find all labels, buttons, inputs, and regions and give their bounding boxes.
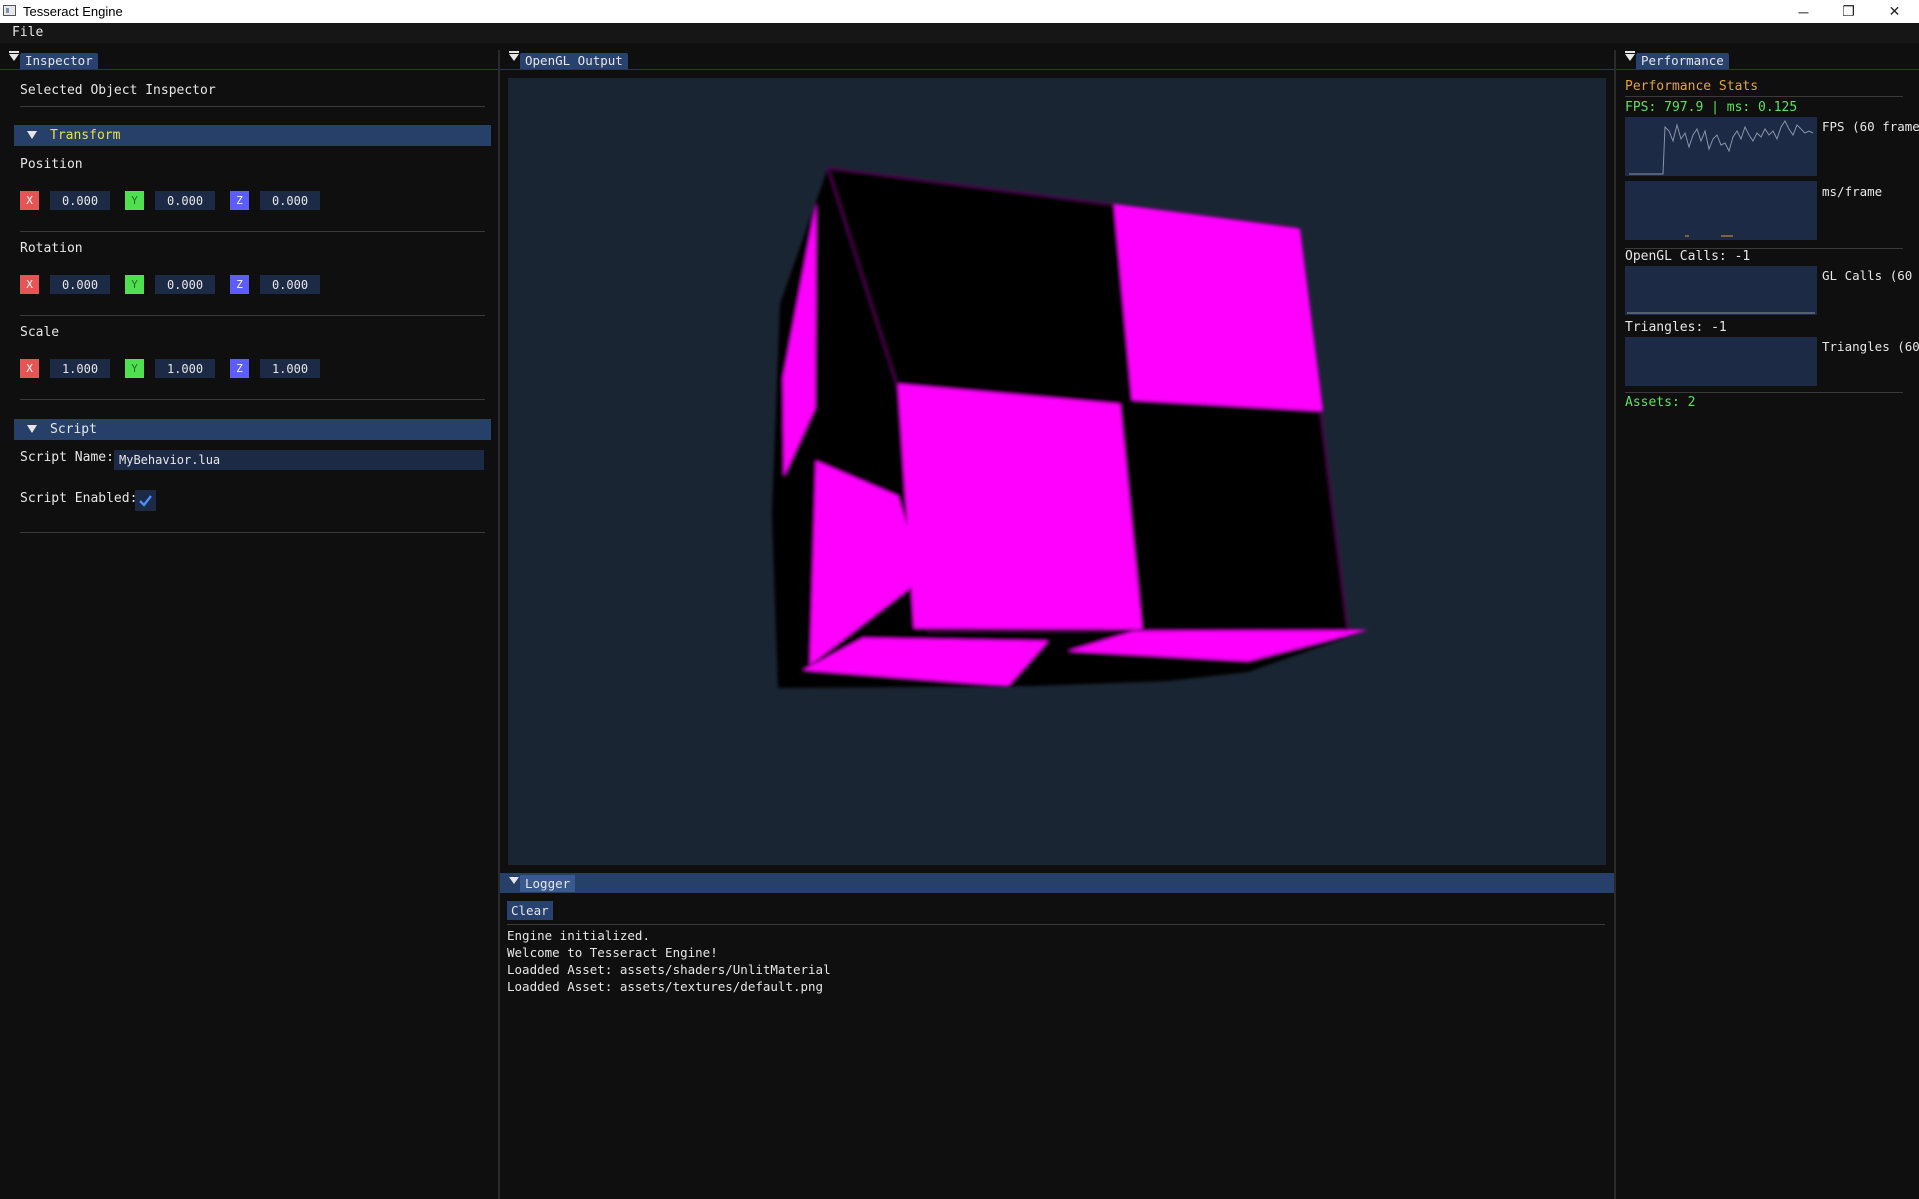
cube-front-face-tile	[1114, 204, 1323, 411]
collapse-icon[interactable]	[509, 51, 519, 61]
expand-arrow-icon	[27, 425, 37, 433]
divider	[20, 231, 485, 232]
log-line: Engine initialized.	[507, 928, 650, 943]
axis-x-chip: X	[20, 275, 39, 294]
gl-calls-graph	[1625, 266, 1817, 315]
app-icon	[3, 5, 16, 16]
ms-frame-graph	[1625, 181, 1817, 240]
log-line: Loadded Asset: assets/textures/default.p…	[507, 979, 824, 994]
axis-y-chip: Y	[125, 359, 144, 378]
divider	[507, 924, 1605, 925]
divider	[20, 315, 485, 316]
performance-panel-header: Performance	[1616, 50, 1919, 70]
ms-frame-graph-label: ms/frame	[1822, 184, 1883, 199]
cube-render	[772, 167, 1368, 688]
script-header-label: Script	[50, 422, 97, 437]
divider	[20, 399, 485, 400]
window-title-bar: Tesseract Engine ─ ❐ ✕	[0, 0, 1919, 23]
gl-calls-graph-label: GL Calls (60	[1822, 268, 1913, 283]
opengl-panel-header: OpenGL Output	[500, 50, 1614, 70]
expand-arrow-icon	[27, 131, 37, 139]
tab-logger[interactable]: Logger	[520, 875, 576, 892]
checkmark-icon	[139, 495, 152, 507]
divider	[1625, 96, 1903, 97]
scale-z-field[interactable]: 1.000	[260, 359, 320, 378]
collapse-icon[interactable]	[509, 877, 519, 884]
scale-y-field[interactable]: 1.000	[155, 359, 215, 378]
gl-calls-graph-line	[1627, 312, 1815, 314]
axis-x-chip: X	[20, 359, 39, 378]
transform-header-label: Transform	[50, 128, 121, 143]
script-enabled-label: Script Enabled:	[20, 491, 138, 506]
inspector-heading: Selected Object Inspector	[20, 83, 216, 98]
maximize-button[interactable]: ❐	[1826, 0, 1871, 23]
log-line: Welcome to Tesseract Engine!	[507, 945, 718, 960]
fps-graph-label: FPS (60 frames)	[1822, 119, 1919, 134]
axis-z-chip: Z	[230, 275, 249, 294]
scale-x-field[interactable]: 1.000	[50, 359, 110, 378]
tab-inspector[interactable]: Inspector	[20, 53, 98, 69]
clear-log-button[interactable]: Clear	[507, 901, 553, 920]
close-button[interactable]: ✕	[1872, 0, 1917, 23]
position-z-field[interactable]: 0.000	[260, 191, 320, 210]
script-name-input[interactable]: MyBehavior.lua	[114, 450, 484, 470]
assets-count: Assets: 2	[1625, 395, 1696, 410]
axis-x-chip: X	[20, 191, 39, 210]
axis-z-chip: Z	[230, 191, 249, 210]
inspector-panel-header: Inspector	[0, 50, 498, 70]
triangles-graph-label: Triangles (60	[1822, 339, 1919, 354]
axis-y-chip: Y	[125, 191, 144, 210]
divider	[20, 106, 485, 107]
logger-panel-header: Logger	[500, 873, 1614, 893]
collapse-icon[interactable]	[1625, 51, 1635, 61]
inspector-panel: Inspector	[0, 50, 498, 1199]
tab-performance[interactable]: Performance	[1636, 53, 1729, 69]
script-enabled-checkbox[interactable]	[135, 490, 156, 511]
position-label: Position	[20, 157, 83, 172]
tab-opengl-output[interactable]: OpenGL Output	[520, 53, 628, 69]
position-y-field[interactable]: 0.000	[155, 191, 215, 210]
axis-z-chip: Z	[230, 359, 249, 378]
fps-readout: FPS: 797.9 | ms: 0.125	[1625, 100, 1798, 115]
rotation-label: Rotation	[20, 241, 83, 256]
fps-graph-line	[1629, 120, 1814, 175]
minimize-button[interactable]: ─	[1781, 0, 1826, 23]
menu-bar: File	[0, 23, 1919, 43]
performance-title: Performance Stats	[1625, 79, 1759, 94]
opengl-viewport[interactable]	[508, 78, 1606, 865]
divider	[1625, 392, 1903, 393]
triangles-readout: Triangles: -1	[1625, 320, 1727, 335]
transform-section-header[interactable]: Transform	[14, 125, 491, 146]
menu-file[interactable]: File	[12, 25, 43, 40]
scale-label: Scale	[20, 325, 60, 340]
log-line: Loadded Asset: assets/shaders/UnlitMater…	[507, 962, 831, 977]
window-title: Tesseract Engine	[23, 4, 123, 19]
cube-front-face-tile	[898, 384, 1142, 629]
script-section-header[interactable]: Script	[14, 419, 491, 440]
rotation-y-field[interactable]: 0.000	[155, 275, 215, 294]
opengl-calls-readout: OpenGL Calls: -1	[1625, 249, 1751, 264]
collapse-icon[interactable]	[9, 51, 19, 61]
ms-frame-graph-line	[1685, 235, 1733, 237]
triangles-graph	[1625, 337, 1817, 386]
position-x-field[interactable]: 0.000	[50, 191, 110, 210]
rotation-x-field[interactable]: 0.000	[50, 275, 110, 294]
rotation-z-field[interactable]: 0.000	[260, 275, 320, 294]
fps-graph	[1625, 117, 1817, 176]
script-name-label: Script Name:	[20, 450, 114, 465]
divider	[20, 532, 485, 533]
axis-y-chip: Y	[125, 275, 144, 294]
